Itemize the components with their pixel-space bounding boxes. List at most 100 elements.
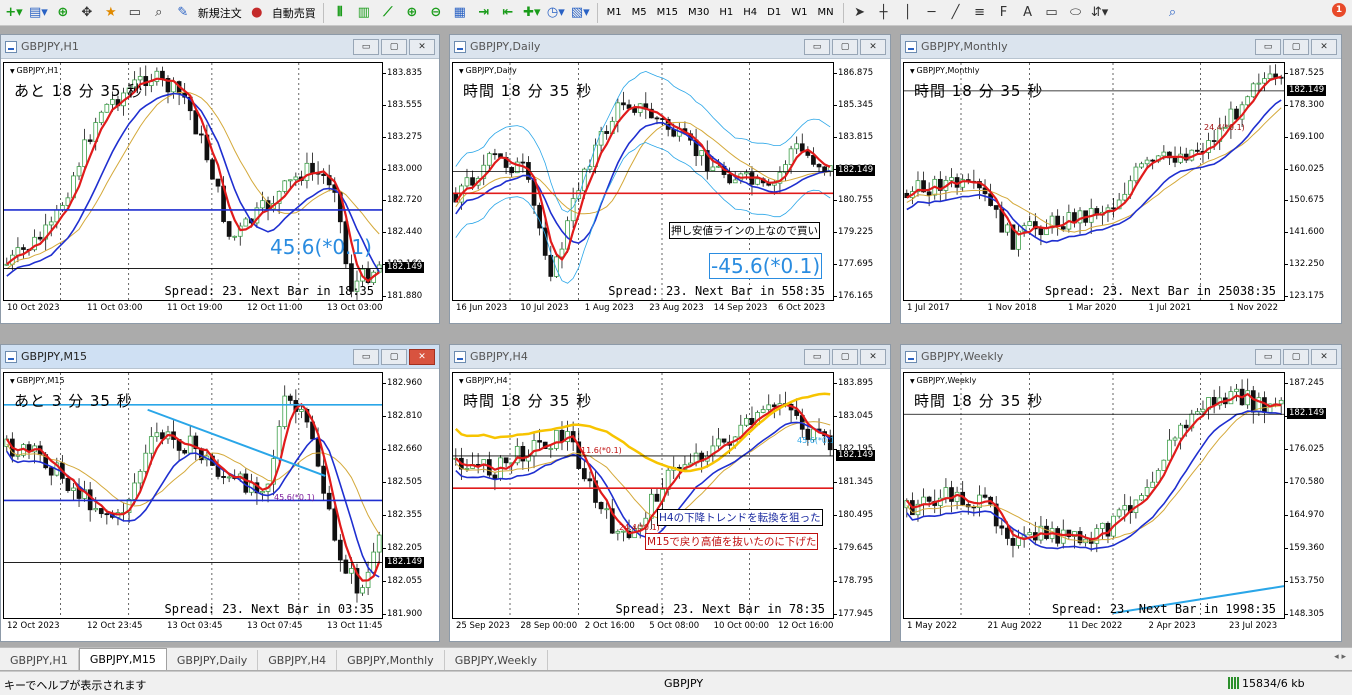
maximize-button[interactable]: ▢	[832, 349, 858, 365]
chart-plot-area[interactable]: GBPJPY,M15 あと 3 分 35 秒 45.6(*0.1) Spread…	[3, 372, 383, 619]
chart-window-monthly[interactable]: GBPJPY,Monthly ▭▢✕ GBPJPY,Monthly 時間 18 …	[900, 34, 1342, 324]
chart-window-weekly[interactable]: GBPJPY,Weekly ▭▢✕ GBPJPY,Weekly 時間 18 分 …	[900, 344, 1342, 642]
line-chart-icon[interactable]: ⟋	[377, 2, 399, 24]
candle-body	[215, 178, 221, 187]
auto-scroll-icon[interactable]: ⇥	[473, 2, 495, 24]
text-icon[interactable]: A	[1017, 2, 1039, 24]
candle-body	[1262, 78, 1267, 84]
minimize-button[interactable]: ▭	[1255, 349, 1281, 365]
tab-gbpjpy-m15[interactable]: GBPJPY,M15	[78, 648, 167, 670]
auto-trade-icon[interactable]: ●	[246, 2, 268, 24]
close-button[interactable]: ✕	[1311, 39, 1337, 55]
status-symbol: GBPJPY	[664, 677, 704, 690]
minimize-button[interactable]: ▭	[804, 39, 830, 55]
chart-plot-area[interactable]: GBPJPY,Weekly 時間 18 分 35 秒 Spread: 23. N…	[903, 372, 1285, 619]
close-button[interactable]: ✕	[860, 349, 886, 365]
zoom-in-icon[interactable]: ⊕	[401, 2, 423, 24]
chart-plot-area[interactable]: GBPJPY,Daily 時間 18 分 35 秒 押し安値ラインの上なので買い…	[452, 62, 834, 301]
new-chart-icon[interactable]: +▾	[3, 2, 25, 24]
tab-gbpjpy-monthly[interactable]: GBPJPY,Monthly	[337, 650, 445, 670]
market-watch-icon[interactable]: ⊕	[52, 2, 74, 24]
close-button[interactable]: ✕	[409, 349, 435, 365]
window-titlebar[interactable]: GBPJPY,H1 ▭ ▢ ✕	[1, 35, 439, 59]
timeframe-d1[interactable]: D1	[762, 7, 786, 18]
tile-windows-icon[interactable]: ▦	[449, 2, 471, 24]
maximize-button[interactable]: ▢	[1283, 349, 1309, 365]
zoom-out-icon[interactable]: ⊖	[425, 2, 447, 24]
timeframe-mn[interactable]: MN	[812, 7, 838, 18]
profiles-icon[interactable]: ▤▾	[27, 2, 50, 24]
timeframe-m1[interactable]: M1	[602, 7, 627, 18]
candle-body	[949, 487, 954, 502]
window-titlebar[interactable]: GBPJPY,Weekly ▭ ▢ ✕	[901, 345, 1341, 369]
timeframe-h4[interactable]: H4	[738, 7, 762, 18]
time-tick-label: 5 Oct 08:00	[649, 621, 700, 631]
crosshair-icon[interactable]: ┼	[873, 2, 895, 24]
timeframe-m15[interactable]: M15	[652, 7, 683, 18]
window-titlebar[interactable]: GBPJPY,Daily ▭ ▢ ✕	[450, 35, 890, 59]
tab-gbpjpy-h4[interactable]: GBPJPY,H4	[258, 650, 338, 670]
tab-scroll-arrows-icon[interactable]: ◂ ▸	[1334, 652, 1346, 662]
minimize-button[interactable]: ▭	[804, 349, 830, 365]
arrows-icon[interactable]: ⇵▾	[1089, 2, 1111, 24]
window-titlebar[interactable]: GBPJPY,M15 ▭ ▢ ✕	[1, 345, 439, 369]
cursor-icon[interactable]: ➤	[849, 2, 871, 24]
time-tick-label: 1 Nov 2022	[1229, 303, 1279, 313]
notification-badge[interactable]: 1	[1332, 3, 1346, 17]
tab-gbpjpy-daily[interactable]: GBPJPY,Daily	[167, 650, 259, 670]
new-order-icon[interactable]: ✎	[172, 2, 194, 24]
candle-body	[21, 247, 26, 250]
periods-icon[interactable]: ◷▾	[545, 2, 567, 24]
chart-shift-icon[interactable]: ⇤	[497, 2, 519, 24]
ellipse-icon[interactable]: ⬭	[1065, 2, 1087, 24]
templates-icon[interactable]: ▧▾	[569, 2, 592, 24]
candle-body	[210, 159, 215, 180]
chart-plot-area[interactable]: GBPJPY,H1 あと 18 分 35 秒 45.6(*0.1) Spread…	[3, 62, 383, 301]
price-tick-label: 169.100	[1284, 131, 1325, 142]
window-titlebar[interactable]: GBPJPY,Monthly ▭ ▢ ✕	[901, 35, 1341, 59]
trendline-icon[interactable]: ╱	[945, 2, 967, 24]
terminal-icon[interactable]: ▭	[124, 2, 146, 24]
candle-body	[360, 587, 365, 594]
chart-window-h4[interactable]: GBPJPY,H4 ▭▢✕ GBPJPY,H4 時間 18 分 35 秒 H4の…	[449, 344, 891, 642]
vertical-line-icon[interactable]: │	[897, 2, 919, 24]
label-icon[interactable]: ▭	[1041, 2, 1063, 24]
timeframe-w1[interactable]: W1	[786, 7, 812, 18]
chart-plot-area[interactable]: GBPJPY,H4 時間 18 分 35 秒 H4の下降トレンドを転換を狙った …	[452, 372, 834, 619]
minimize-button[interactable]: ▭	[353, 39, 379, 55]
data-window-icon[interactable]: ★	[100, 2, 122, 24]
maximize-button[interactable]: ▢	[1283, 39, 1309, 55]
auto-trade-button[interactable]: 自動売買	[269, 5, 319, 21]
horizontal-line-icon[interactable]: ─	[921, 2, 943, 24]
fibonacci-icon[interactable]: F	[993, 2, 1015, 24]
candle-chart-icon[interactable]: ▥	[353, 2, 375, 24]
search-icon[interactable]: ⌕	[1162, 2, 1184, 24]
channel-icon[interactable]: ≡	[969, 2, 991, 24]
tab-gbpjpy-h1[interactable]: GBPJPY,H1	[0, 650, 79, 670]
close-button[interactable]: ✕	[409, 39, 435, 55]
close-button[interactable]: ✕	[1311, 349, 1337, 365]
chart-window-h1[interactable]: GBPJPY,H1 ▭▢✕ GBPJPY,H1 あと 18 分 35 秒 45.…	[0, 34, 440, 324]
maximize-button[interactable]: ▢	[381, 39, 407, 55]
minimize-button[interactable]: ▭	[353, 349, 379, 365]
new-order-button[interactable]: 新規注文	[195, 5, 245, 21]
navigator-icon[interactable]: ✥	[76, 2, 98, 24]
timeframe-m30[interactable]: M30	[683, 7, 714, 18]
candle-body	[570, 198, 576, 222]
timeframe-h1[interactable]: H1	[714, 7, 738, 18]
indicators-icon[interactable]: ✚▾	[521, 2, 543, 24]
window-titlebar[interactable]: GBPJPY,H4 ▭ ▢ ✕	[450, 345, 890, 369]
maximize-button[interactable]: ▢	[832, 39, 858, 55]
tab-gbpjpy-weekly[interactable]: GBPJPY,Weekly	[445, 650, 548, 670]
close-button[interactable]: ✕	[860, 39, 886, 55]
chart-plot-area[interactable]: GBPJPY,Monthly 時間 18 分 35 秒 24.4(*0.1) S…	[903, 62, 1285, 301]
maximize-button[interactable]: ▢	[381, 349, 407, 365]
chart-window-daily[interactable]: GBPJPY,Daily ▭▢✕ GBPJPY,Daily 時間 18 分 35…	[449, 34, 891, 324]
timeframe-m5[interactable]: M5	[627, 7, 652, 18]
bar-chart-icon[interactable]: ⫴	[329, 2, 351, 24]
chart-window-m15[interactable]: GBPJPY,M15 ▭▢✕ GBPJPY,M15 あと 3 分 35 秒 45…	[0, 344, 440, 642]
price-tick-label: 186.875	[833, 68, 874, 78]
tester-icon[interactable]: ⌕	[148, 2, 170, 24]
time-tick-label: 2 Apr 2023	[1148, 621, 1196, 631]
minimize-button[interactable]: ▭	[1255, 39, 1281, 55]
